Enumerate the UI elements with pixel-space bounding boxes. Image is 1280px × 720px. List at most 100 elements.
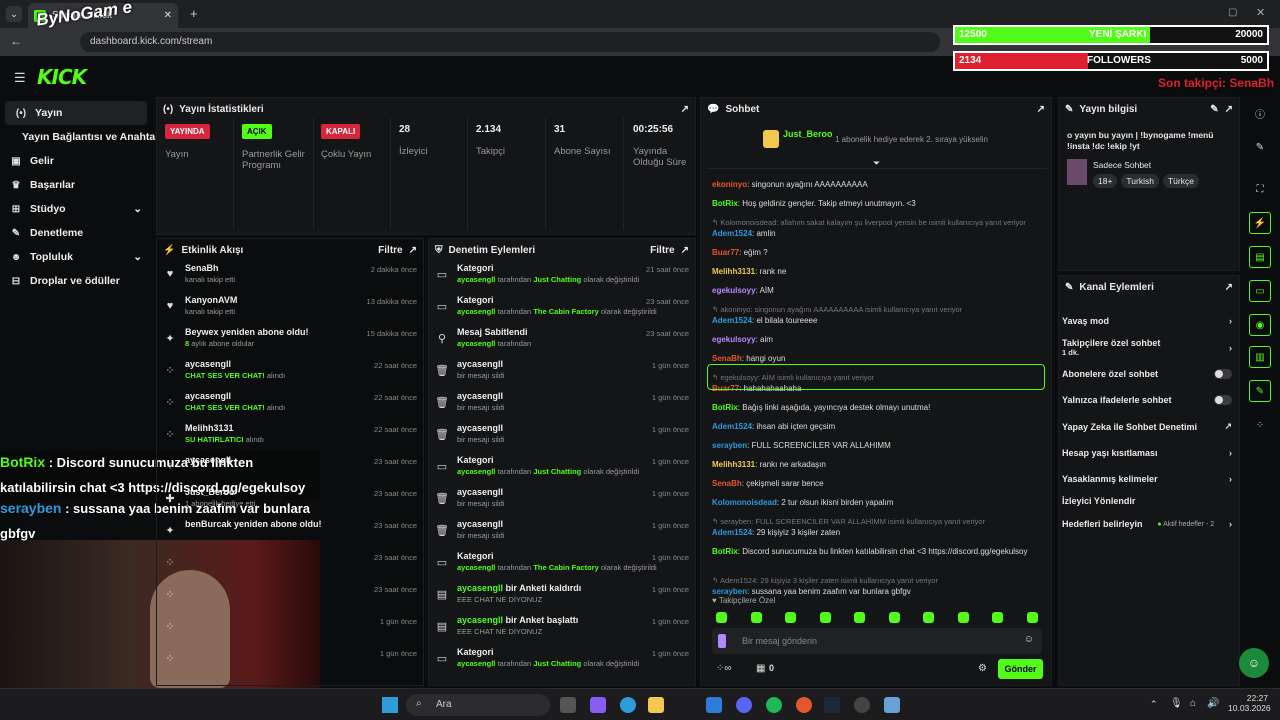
settings-gear-icon[interactable]: ⚙	[978, 663, 987, 674]
taskbar-search[interactable]: ⌕ Ara	[406, 694, 550, 716]
kick-points-icon[interactable]: ⁘∞	[716, 663, 732, 674]
notes-icon[interactable]: ▤	[1249, 246, 1271, 268]
copilot-icon[interactable]	[590, 697, 606, 713]
chat-username[interactable]: serayben	[712, 587, 747, 596]
chat-message[interactable]: BotRix: Bağış linki aşağıda, yayıncıya d…	[712, 403, 1042, 413]
emote-icon[interactable]	[854, 612, 865, 623]
filter-button[interactable]: Filtre	[378, 245, 402, 256]
obs-icon[interactable]	[854, 697, 870, 713]
chat-message[interactable]: SenaBh: çekişmeli sarar bence	[712, 479, 1042, 489]
chat-username[interactable]: serayben	[712, 441, 747, 450]
chat-message[interactable]: SenaBh: hangi oyun	[712, 354, 1042, 364]
filter-button[interactable]: Filtre	[650, 245, 674, 256]
activity-item[interactable]: ⁘ Melihh3131 SU HATIRLATICI alındı 22 sa…	[163, 423, 417, 455]
sidebar-item-drops[interactable]: ⊟ Droplar ve ödüller	[0, 269, 152, 293]
emote-icon[interactable]	[750, 612, 762, 623]
popout-icon[interactable]: ↗	[409, 245, 417, 256]
chat-username[interactable]: ekoninyo	[712, 180, 747, 189]
broadcast-icon[interactable]: ◉	[1249, 314, 1271, 336]
chat-message[interactable]: ekoninyo: singonun ayağını AAAAAAAAAA	[712, 180, 1042, 190]
sidebar-item-moderation[interactable]: ✎ Denetleme	[0, 221, 152, 245]
chat-message[interactable]: Adem1524: amlin	[712, 229, 1042, 239]
app-icon[interactable]	[884, 697, 900, 713]
chat-username[interactable]: BotRix	[712, 403, 738, 412]
close-tab-icon[interactable]: ✕	[164, 10, 172, 21]
activity-item[interactable]: ⁘ 23 saat önce	[163, 551, 417, 583]
volume-icon[interactable]: 🔊	[1207, 698, 1219, 709]
moderation-item[interactable]: 🗑 aycasengll bir mesajı sildi 1 gün önce	[435, 487, 689, 519]
channel-action-item[interactable]: Yasaklanmış kelimeler ›	[1062, 474, 1232, 484]
sidebar-item-achievements[interactable]: ♛ Başarılar	[0, 173, 152, 197]
channel-action-item[interactable]: Yavaş mod ›	[1062, 316, 1232, 326]
moderation-item[interactable]: ▤ aycasengll bir Anket başlattı EEE CHAT…	[435, 615, 689, 647]
activity-item[interactable]: ✚ Just_Beroo 1 abonelik hediye etti. 23 …	[163, 487, 417, 519]
activity-item[interactable]: ⁘ 23 saat önce	[163, 583, 417, 615]
moderation-item[interactable]: ▤ aycasengll bir Anketi kaldırdı EEE CHA…	[435, 583, 689, 615]
emote-icon[interactable]	[923, 612, 934, 623]
chat-username[interactable]: Adem1524	[712, 316, 752, 325]
activity-item[interactable]: ⁘ aycasengll 23 saat önce	[163, 455, 417, 487]
sidebar-item-stream[interactable]: (•) Yayın	[5, 101, 147, 125]
activity-item[interactable]: ✦ benBurcak yeniden abone oldu! 23 saat …	[163, 519, 417, 551]
tag[interactable]: 18+	[1093, 174, 1118, 188]
toggle-switch[interactable]	[1214, 395, 1232, 405]
window-maximize-icon[interactable]: ▢	[1228, 7, 1237, 18]
edit-icon[interactable]: ✎	[1249, 136, 1271, 158]
chat-icon[interactable]: ▭	[1249, 280, 1271, 302]
chat-input[interactable]: Bir mesaj gönderin ☺	[712, 628, 1042, 654]
tag[interactable]: Turkish	[1121, 174, 1159, 188]
new-tab-icon[interactable]: +	[190, 6, 198, 21]
chat-message[interactable]: Buar77: eğim ?	[712, 248, 1042, 258]
emote-icon[interactable]	[1026, 612, 1038, 623]
chat-message[interactable]: BotRix: Discord sunucumuza bu linkten ka…	[712, 547, 1042, 557]
tray-chevron-icon[interactable]: ⌃	[1150, 699, 1158, 710]
popout-icon[interactable]: ↗	[681, 104, 689, 115]
chat-username[interactable]: Melihh3131	[712, 460, 755, 469]
channel-action-item[interactable]: İzleyici Yönlendir	[1062, 496, 1232, 506]
chat-username[interactable]: Adem1524	[712, 422, 752, 431]
menu-icon[interactable]: ☰	[14, 70, 26, 86]
chat-username[interactable]: egekulsoyy	[712, 335, 756, 344]
chat-username[interactable]: SenaBh	[712, 354, 742, 363]
more-icon[interactable]: ⁘	[1249, 414, 1271, 436]
moderation-item[interactable]: ⚲ Mesaj Sabitlendi aycasengll tarafından…	[435, 327, 689, 359]
chat-username[interactable]: BotRix	[712, 547, 738, 556]
chat-message[interactable]: BotRix: Hoş geldiniz gençler. Takip etme…	[712, 199, 1042, 209]
category-name[interactable]: Sadece Sohbet	[1093, 160, 1151, 170]
emote-icon[interactable]	[957, 612, 969, 623]
chat-message[interactable]: Melihh3131: rank ne	[712, 267, 1042, 277]
help-chat-button[interactable]: ☺	[1239, 648, 1269, 678]
chat-message[interactable]: Adem1524: ihsan abi içten geçsim	[712, 422, 1042, 432]
sidebar-item-community[interactable]: ☻ Topluluk ⌄	[0, 245, 152, 269]
chat-username[interactable]: egekulsoyy	[712, 286, 756, 295]
moderation-item[interactable]: ▭ Kategori aycasengll tarafından Just Ch…	[435, 455, 689, 487]
info-icon[interactable]: ⓘ	[1249, 102, 1271, 124]
fullscreen-icon[interactable]: ⛶	[1249, 178, 1271, 200]
channel-action-item[interactable]: Yalnızca ifadelerle sohbet	[1062, 395, 1232, 405]
mail-icon[interactable]	[706, 697, 722, 713]
start-icon[interactable]	[382, 697, 398, 713]
kick-logo[interactable]: KICK	[37, 65, 87, 89]
chat-username[interactable]: BotRix	[712, 199, 738, 208]
moderation-item[interactable]: 🗑 aycasengll bir mesajı sildi 1 gün önce	[435, 423, 689, 455]
discord-icon[interactable]	[736, 697, 752, 713]
chat-username[interactable]: Adem1524	[712, 528, 752, 537]
send-button[interactable]: Gönder	[998, 659, 1043, 679]
sidebar-item-studio[interactable]: ⊞ Stüdyo ⌄	[0, 197, 152, 221]
url-field[interactable]: dashboard.kick.com/stream	[80, 32, 940, 52]
activity-item[interactable]: ⁘ 1 gün önce	[163, 615, 417, 647]
window-close-icon[interactable]: ✕	[1256, 6, 1265, 19]
channel-action-item[interactable]: Hedefleri belirleyin ● Aktif hedefler - 2…	[1062, 519, 1232, 529]
chat-message[interactable]: Melihh3131: rankı ne arkadaşın	[712, 460, 1042, 470]
emote-icon[interactable]	[992, 612, 1003, 623]
popout-icon[interactable]: ↗	[681, 245, 689, 256]
emote-icon[interactable]	[785, 612, 796, 623]
moderation-item[interactable]: ▭ Kategori aycasengll tarafından Just Ch…	[435, 263, 689, 295]
chat-message[interactable]: egekulsoyy: aim	[712, 335, 1042, 345]
tab-list-icon[interactable]: ⌄	[6, 6, 22, 22]
activity-item[interactable]: ⁘ 1 gün önce	[163, 647, 417, 679]
moderation-item[interactable]: ▭ Kategori aycasengll tarafından The Cab…	[435, 551, 689, 583]
chat-username[interactable]: Adem1524	[712, 229, 752, 238]
channel-action-item[interactable]: Yapay Zeka ile Sohbet Denetimi ↗	[1062, 421, 1232, 432]
sidebar-item-revenue[interactable]: ▣ Gelir	[0, 149, 152, 173]
